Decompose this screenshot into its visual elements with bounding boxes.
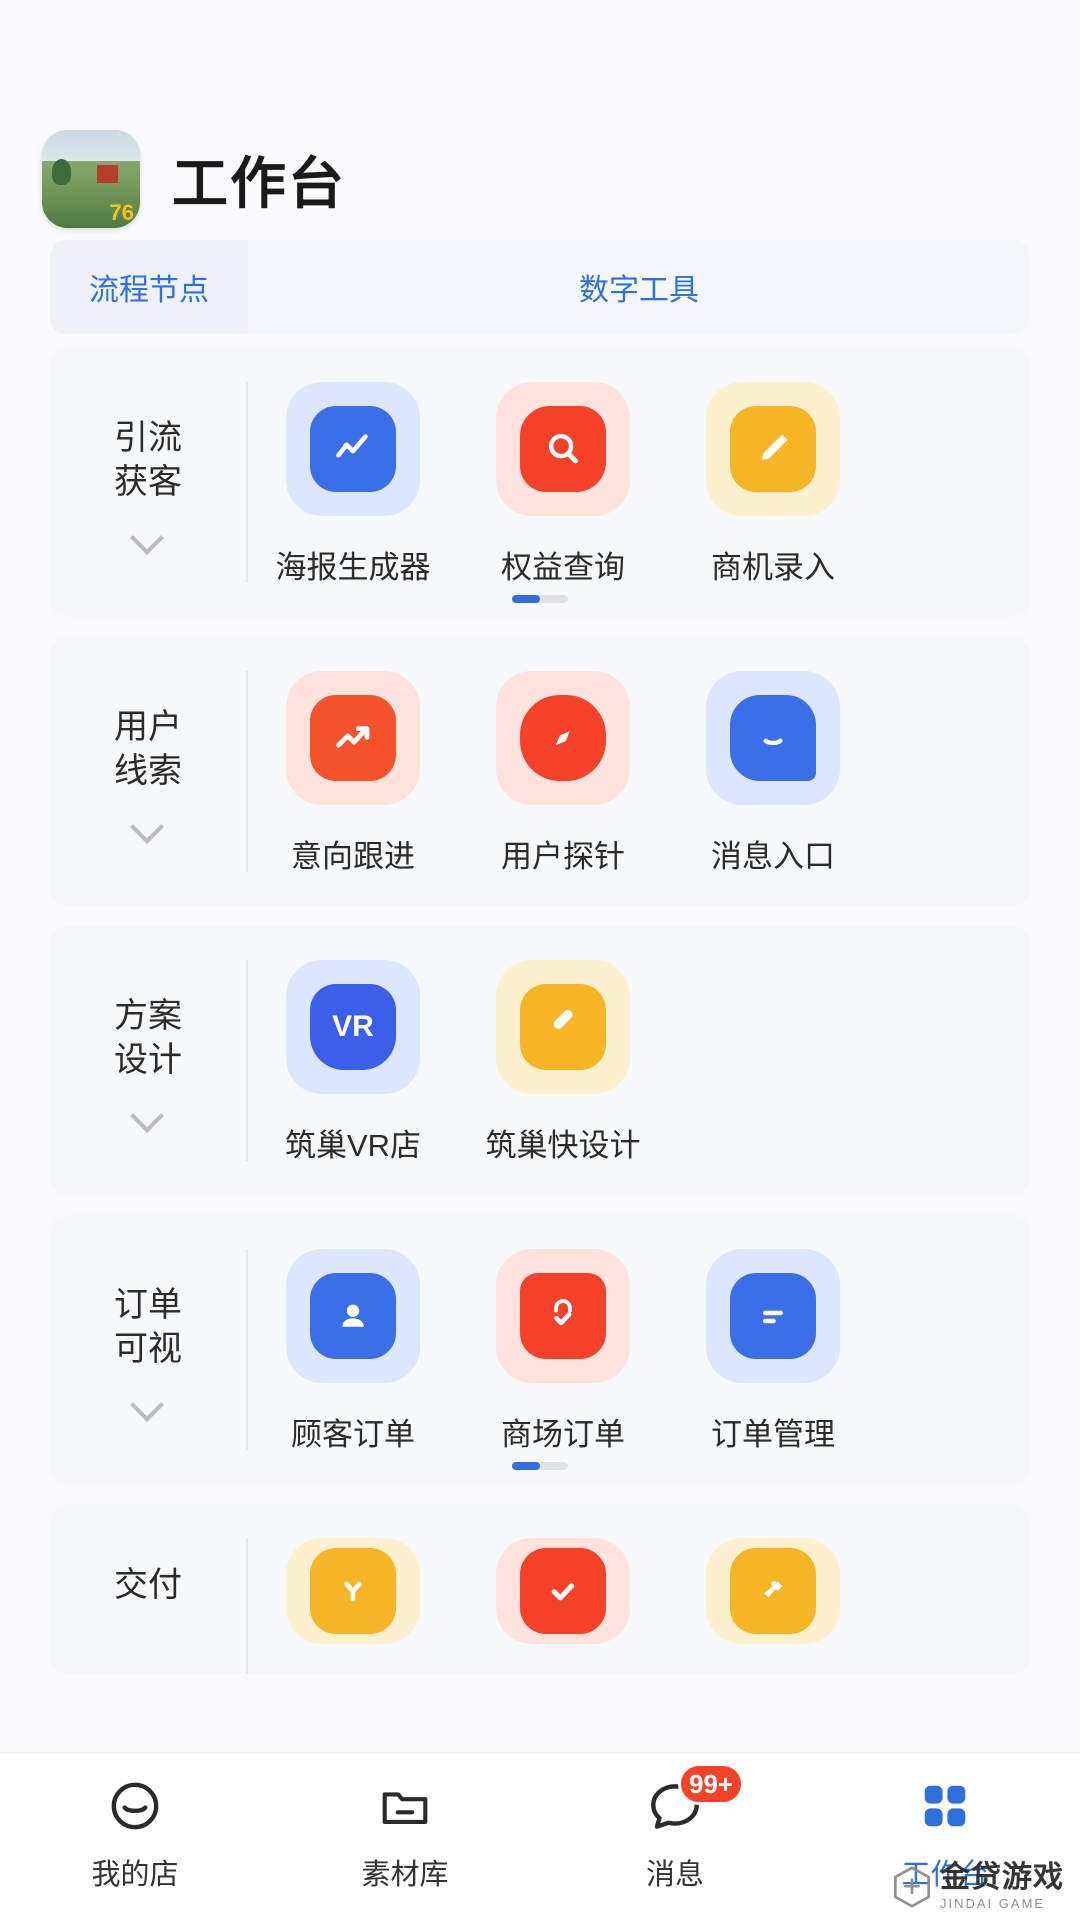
vr-icon-text: VR [332, 1010, 374, 1043]
user-card-icon [286, 1249, 420, 1383]
hammer-icon [706, 1538, 840, 1644]
logo-barn [96, 165, 119, 183]
folder-icon [372, 1773, 438, 1839]
tool-label: 消息入口 [711, 839, 835, 874]
group-label-line2: 获客 [114, 462, 182, 501]
group-user-leads: 用户 线索 意向跟进 用户探针 消息入口 [50, 637, 1030, 906]
watermark-logo-icon [892, 1865, 932, 1909]
chat-bubble-icon [706, 671, 840, 805]
bag-check-icon [496, 1249, 630, 1383]
tool-item[interactable]: 商场订单 [458, 1249, 668, 1454]
tool-label: 商场订单 [501, 1417, 625, 1452]
bulb-icon [286, 1538, 420, 1644]
group-label-line2: 设计 [114, 1040, 182, 1079]
search-icon [496, 382, 630, 516]
compass-icon [496, 671, 630, 805]
trend-up-icon [286, 671, 420, 805]
nav-item-messages[interactable]: 99+ 消息 [540, 1763, 810, 1893]
page-title: 工作台 [172, 151, 346, 215]
group-items: 海报生成器 权益查询 商机录入 [248, 348, 1030, 617]
message-icon: 99+ [642, 1763, 745, 1839]
logo-badge-number: 76 [109, 200, 134, 225]
list-doc-icon [706, 1249, 840, 1383]
tool-label: 意向跟进 [291, 839, 415, 874]
group-label-plan-design[interactable]: 方案 设计 [50, 926, 246, 1195]
group-label-line1: 订单 [114, 1285, 182, 1324]
vr-icon: VR [286, 960, 420, 1094]
tool-label: 用户探针 [501, 839, 625, 874]
pencil-icon [706, 382, 840, 516]
tool-item[interactable]: 筑巢快设计 [458, 960, 668, 1165]
tab-bar: 流程节点 数字工具 [50, 240, 1030, 334]
group-delivery: 交付 [50, 1504, 1030, 1674]
group-label-order-visibility[interactable]: 订单 可视 [50, 1215, 246, 1484]
chevron-down-icon[interactable] [131, 1389, 165, 1423]
group-label-line2: 可视 [114, 1329, 182, 1368]
nav-label: 消息 [645, 1859, 704, 1891]
group-items: VR 筑巢VR店 筑巢快设计 [248, 926, 1030, 1195]
group-order-visibility: 订单 可视 顾客订单 商场订单 订单管理 [50, 1215, 1030, 1484]
nav-label: 我的店 [91, 1859, 179, 1891]
chevron-down-icon[interactable] [131, 1100, 165, 1134]
chevron-down-icon[interactable] [131, 522, 165, 556]
nav-item-my-store[interactable]: 我的店 [0, 1773, 270, 1893]
message-badge: 99+ [678, 1763, 745, 1805]
group-label-lead-acquisition[interactable]: 引流 获客 [50, 348, 246, 617]
tool-item[interactable] [668, 1538, 878, 1644]
group-items: 意向跟进 用户探针 消息入口 [248, 637, 1030, 906]
tool-item[interactable] [248, 1538, 458, 1644]
bottom-navigation: 我的店 素材库 99+ 消息 工作台 金贷游戏 JINDAI GAME [0, 1752, 1080, 1920]
tab-process-nodes[interactable]: 流程节点 [50, 240, 248, 334]
tool-item[interactable] [458, 1538, 668, 1644]
tool-item[interactable]: 订单管理 [668, 1249, 878, 1454]
logo-tree [51, 159, 72, 185]
group-plan-design: 方案 设计 VR 筑巢VR店 筑巢快设计 [50, 926, 1030, 1195]
nav-item-material-library[interactable]: 素材库 [270, 1773, 540, 1893]
tool-label: 筑巢VR店 [284, 1128, 422, 1163]
group-label-line1: 方案 [114, 996, 182, 1035]
tool-item[interactable]: 消息入口 [668, 671, 878, 876]
group-label-user-leads[interactable]: 用户 线索 [50, 637, 246, 906]
app-screen: 76 工作台 流程节点 数字工具 引流 获客 海报生成器 权益查询 商机录入 用… [0, 0, 1080, 1920]
tab-digital-tools[interactable]: 数字工具 [248, 240, 1030, 334]
group-label-line1: 引流 [114, 418, 182, 457]
app-logo: 76 [42, 130, 140, 228]
tool-item[interactable]: 意向跟进 [248, 671, 458, 876]
logo-sky [42, 130, 140, 164]
group-list: 引流 获客 海报生成器 权益查询 商机录入 用户 线索 意向跟进 用户探针 消息… [50, 348, 1030, 1674]
watermark-cn: 金贷游戏 [940, 1861, 1064, 1894]
group-label-line1: 交付 [114, 1566, 182, 1604]
tool-label: 订单管理 [711, 1417, 835, 1452]
tool-item[interactable]: 权益查询 [458, 382, 668, 587]
watermark-en: JINDAI GAME [940, 1896, 1046, 1911]
tool-label: 顾客订单 [291, 1417, 415, 1452]
store-icon [102, 1773, 168, 1839]
chart-poster-icon [286, 382, 420, 516]
check-icon [496, 1538, 630, 1644]
page-indicator [50, 1462, 1030, 1470]
tool-item[interactable]: 顾客订单 [248, 1249, 458, 1454]
grid-icon [912, 1773, 978, 1839]
ruler-pen-icon [496, 960, 630, 1094]
tool-label: 商机录入 [711, 550, 835, 585]
group-items [248, 1504, 1030, 1674]
tool-item[interactable]: 用户探针 [458, 671, 668, 876]
nav-label: 素材库 [361, 1859, 449, 1891]
tool-item-empty [668, 960, 878, 1165]
group-label-delivery[interactable]: 交付 [50, 1504, 246, 1674]
page-indicator [50, 595, 1030, 603]
tool-item[interactable]: VR 筑巢VR店 [248, 960, 458, 1165]
group-label-line2: 线索 [114, 751, 182, 790]
tool-item[interactable]: 海报生成器 [248, 382, 458, 587]
tool-label: 权益查询 [501, 550, 625, 585]
chevron-down-icon[interactable] [131, 811, 165, 845]
tool-label: 海报生成器 [275, 550, 431, 585]
watermark: 金贷游戏 JINDAI GAME [892, 1863, 1064, 1910]
group-lead-acquisition: 引流 获客 海报生成器 权益查询 商机录入 [50, 348, 1030, 617]
group-label-line1: 用户 [114, 707, 182, 746]
page-header: 76 工作台 [0, 0, 1080, 240]
tool-item[interactable]: 商机录入 [668, 382, 878, 587]
group-items: 顾客订单 商场订单 订单管理 [248, 1215, 1030, 1484]
tool-label: 筑巢快设计 [485, 1128, 641, 1163]
